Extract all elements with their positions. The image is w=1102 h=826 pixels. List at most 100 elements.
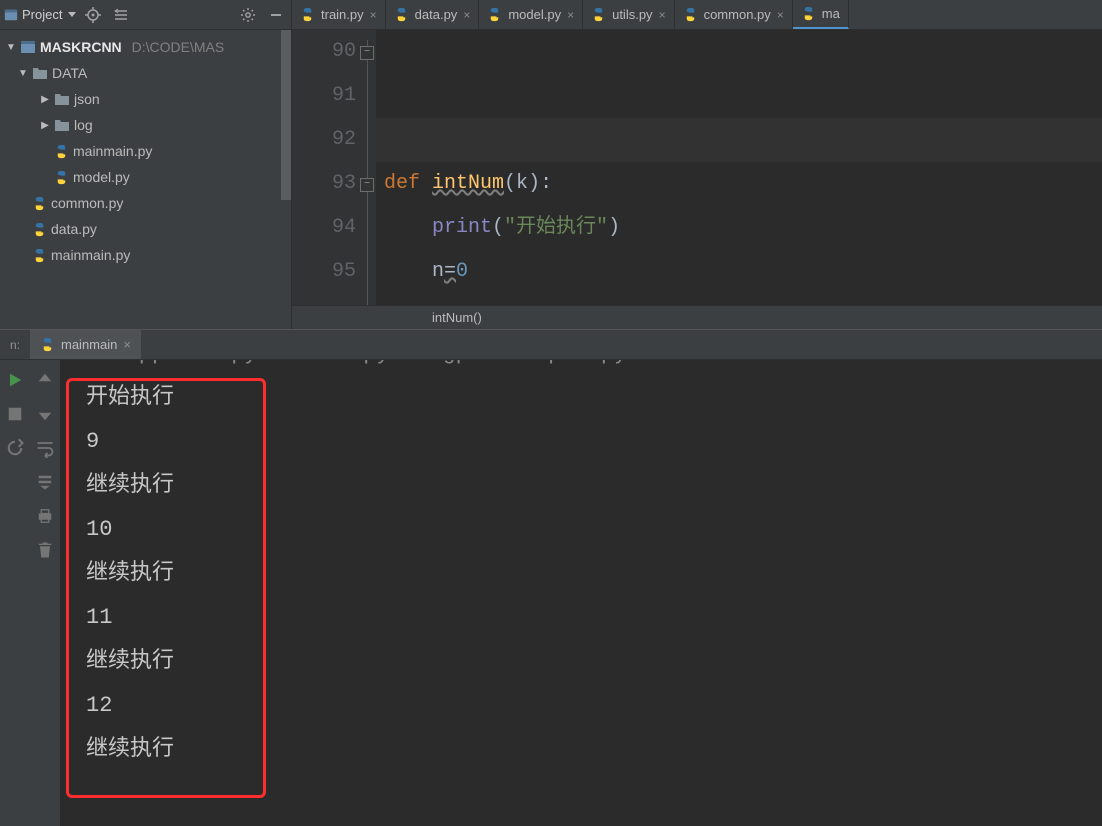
- tree-root[interactable]: ▼MASKRCNND:\CODE\MAS: [0, 34, 291, 60]
- console-output[interactable]: C:\AppData\python3.6\pythongpu\Scripts\p…: [60, 360, 1102, 826]
- tree-file[interactable]: mainmain.py: [0, 242, 291, 268]
- chevron-right-icon: ▶: [40, 120, 50, 131]
- console-line: 9: [86, 420, 1102, 464]
- editor-tab[interactable]: common.py ×: [675, 0, 793, 29]
- close-icon[interactable]: ×: [123, 337, 131, 352]
- close-icon[interactable]: ×: [370, 8, 377, 22]
- console-line: 10: [86, 508, 1102, 552]
- chevron-right-icon: ▶: [40, 94, 50, 105]
- restart-button[interactable]: [5, 438, 25, 458]
- run-toolbar-right: [30, 360, 60, 826]
- down-arrow-button[interactable]: [35, 404, 55, 424]
- project-path: D:\CODE\MAS: [132, 39, 225, 55]
- run-panel: n: mainmain × C:\AppData\py: [0, 329, 1102, 826]
- console-line: 开始执行: [86, 376, 1102, 420]
- tree-folder[interactable]: ▶ log: [0, 112, 291, 138]
- tree-folder[interactable]: ▶ json: [0, 86, 291, 112]
- line-number: 91: [292, 74, 356, 118]
- current-line-highlight: [376, 118, 1102, 162]
- editor-tab[interactable]: utils.py ×: [583, 0, 674, 29]
- settings-button[interactable]: [237, 4, 259, 26]
- tree-label: common.py: [51, 195, 123, 211]
- project-label: Project: [22, 7, 62, 22]
- tab-label: train.py: [321, 7, 364, 22]
- breadcrumb-item: intNum(): [432, 310, 482, 325]
- line-number: 93: [292, 162, 356, 206]
- python-icon: [54, 170, 69, 185]
- run-tab-label: mainmain: [61, 337, 117, 352]
- tree-label: json: [74, 91, 100, 107]
- editor-gutter: − − 909192939495: [292, 30, 376, 305]
- run-toolbar-left: [0, 360, 30, 826]
- console-line: 继续执行: [86, 728, 1102, 772]
- soft-wrap-button[interactable]: [35, 438, 55, 458]
- minimize-icon: [268, 7, 284, 23]
- fold-handle[interactable]: −: [360, 178, 374, 192]
- tree-label: mainmain.py: [51, 247, 130, 263]
- code-line: def intNum(k):: [384, 162, 1102, 206]
- tree-label: log: [74, 117, 93, 133]
- python-icon: [40, 337, 55, 352]
- tree-file[interactable]: common.py: [0, 190, 291, 216]
- editor-tab[interactable]: data.py×: [386, 0, 480, 29]
- python-icon: [54, 144, 69, 159]
- scrollbar-thumb[interactable]: [281, 30, 291, 200]
- project-panel-header: Project: [0, 0, 292, 29]
- python-icon: [32, 196, 47, 211]
- tree-label: DATA: [52, 65, 87, 81]
- console-line: 继续执行: [86, 464, 1102, 508]
- tree-file[interactable]: model.py: [0, 164, 291, 190]
- rerun-button[interactable]: [5, 370, 25, 390]
- close-icon[interactable]: ×: [567, 8, 574, 22]
- folder-icon: [32, 66, 48, 80]
- close-icon[interactable]: ×: [463, 8, 470, 22]
- tab-label: common.py: [704, 7, 771, 22]
- python-icon: [32, 222, 47, 237]
- console-command: C:\AppData\python3.6\pythongpu\Scripts\p…: [86, 360, 1102, 376]
- tree-file[interactable]: mainmain.py: [0, 138, 291, 164]
- code-line: while n<4:: [384, 294, 1102, 305]
- console-line: 继续执行: [86, 552, 1102, 596]
- up-arrow-button[interactable]: [35, 370, 55, 390]
- line-number: 95: [292, 250, 356, 294]
- code-line: n=0: [384, 250, 1102, 294]
- folder-icon: [54, 92, 70, 106]
- editor-tab[interactable]: model.py×: [479, 0, 583, 29]
- collapse-all-button[interactable]: [110, 4, 132, 26]
- editor-tab[interactable]: train.py ×: [292, 0, 386, 29]
- close-icon[interactable]: ×: [777, 8, 784, 22]
- run-panel-label: n:: [0, 338, 30, 352]
- editor-tab[interactable]: ma: [793, 0, 849, 29]
- scroll-to-end-button[interactable]: [35, 472, 55, 492]
- tree-file[interactable]: data.py: [0, 216, 291, 242]
- locate-button[interactable]: [82, 4, 104, 26]
- project-dropdown[interactable]: Project: [4, 7, 76, 22]
- console-line: 11: [86, 596, 1102, 640]
- tab-label: utils.py: [612, 7, 652, 22]
- project-icon: [4, 8, 18, 22]
- module-icon: [20, 39, 36, 55]
- python-icon: [591, 7, 606, 22]
- console-line: 继续执行: [86, 640, 1102, 684]
- delete-button[interactable]: [35, 540, 55, 560]
- line-number: 94: [292, 206, 356, 250]
- python-icon: [801, 6, 816, 21]
- line-number: 92: [292, 118, 356, 162]
- code-editor[interactable]: − − 909192939495 def intNum(k): print("开…: [292, 30, 1102, 329]
- chevron-down-icon: [68, 12, 76, 17]
- gear-icon: [240, 7, 256, 23]
- tree-label: model.py: [73, 169, 130, 185]
- hide-panel-button[interactable]: [265, 4, 287, 26]
- editor-breadcrumb[interactable]: intNum(): [292, 305, 1102, 329]
- close-icon[interactable]: ×: [659, 8, 666, 22]
- python-icon: [32, 248, 47, 263]
- fold-handle[interactable]: −: [360, 46, 374, 60]
- console-line: 12: [86, 684, 1102, 728]
- run-config-tab[interactable]: mainmain ×: [30, 330, 141, 359]
- line-number: 90: [292, 30, 356, 74]
- tree-folder[interactable]: ▼DATA: [0, 60, 291, 86]
- print-button[interactable]: [35, 506, 55, 526]
- target-icon: [85, 7, 101, 23]
- python-icon: [300, 7, 315, 22]
- stop-button[interactable]: [5, 404, 25, 424]
